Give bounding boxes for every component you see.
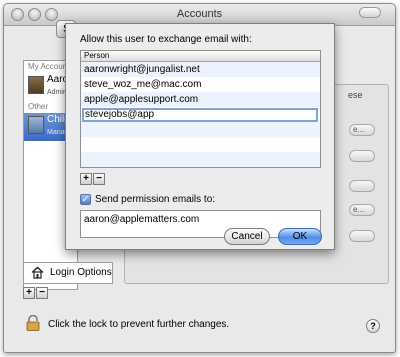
cancel-button[interactable]: Cancel xyxy=(224,228,270,245)
lock-icon[interactable] xyxy=(26,315,40,331)
user-avatar xyxy=(28,76,44,94)
remove-account-button[interactable]: − xyxy=(36,287,48,299)
table-row[interactable]: steve_woz_me@mac.com xyxy=(81,77,320,92)
person-email-input[interactable] xyxy=(82,107,318,122)
background-button[interactable]: e... xyxy=(349,124,375,136)
background-button[interactable]: e... xyxy=(349,204,375,216)
table-row-empty xyxy=(81,122,320,137)
window-title: Accounts xyxy=(176,8,223,20)
table-row-empty xyxy=(81,152,320,167)
background-button[interactable] xyxy=(349,230,375,242)
user-avatar xyxy=(28,116,44,134)
add-person-button[interactable]: + xyxy=(80,173,92,185)
send-permission-label: Send permission emails to: xyxy=(95,194,216,205)
table-row[interactable]: aaronwright@jungalist.net xyxy=(81,62,320,77)
house-icon xyxy=(31,266,44,279)
help-button[interactable]: ? xyxy=(366,319,380,333)
toolbar-toggle-button[interactable] xyxy=(359,7,381,18)
permission-email-value: aaron@applematters.com xyxy=(84,214,200,225)
email-permission-sheet: Allow this user to exchange email with: … xyxy=(65,23,335,250)
table-row-editing[interactable] xyxy=(81,107,320,122)
login-options-label: Login Options xyxy=(50,267,112,278)
table-row-empty xyxy=(81,137,320,152)
background-button[interactable] xyxy=(349,180,375,192)
ok-button[interactable]: OK xyxy=(278,228,322,245)
lock-text: Click the lock to prevent further change… xyxy=(48,319,230,330)
background-button[interactable] xyxy=(349,150,375,162)
table-row[interactable]: apple@applesupport.com xyxy=(81,92,320,107)
person-table: Person aaronwright@jungalist.net steve_w… xyxy=(80,50,321,168)
add-account-button[interactable]: + xyxy=(23,287,35,299)
background-text: ese xyxy=(348,90,363,100)
sheet-title: Allow this user to exchange email with: xyxy=(80,34,252,45)
login-options-item[interactable]: Login Options xyxy=(23,262,113,284)
remove-person-button[interactable]: − xyxy=(93,173,105,185)
send-permission-checkbox[interactable]: ✓ xyxy=(80,194,91,205)
column-header-person[interactable]: Person xyxy=(81,51,320,62)
